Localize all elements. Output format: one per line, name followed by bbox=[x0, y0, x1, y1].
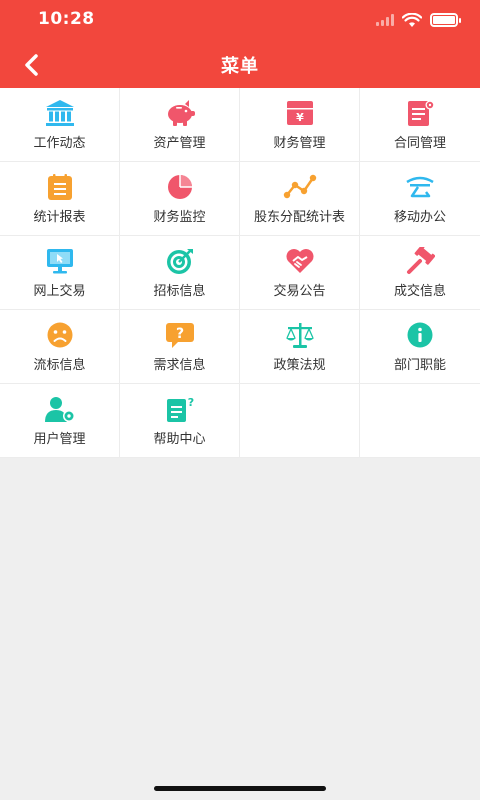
menu-item-asset-management[interactable]: 资产管理 bbox=[120, 88, 240, 162]
menu-item-label: 成交信息 bbox=[393, 284, 446, 299]
menu-item-label: 流标信息 bbox=[33, 358, 86, 373]
menu-item-label: 统计报表 bbox=[33, 210, 86, 225]
menu-item-label: 政策法规 bbox=[273, 358, 326, 373]
menu-item-label: 需求信息 bbox=[153, 358, 206, 373]
menu-item-failed-bid-info[interactable]: 流标信息 bbox=[0, 310, 120, 384]
menu-item-label: 招标信息 bbox=[153, 284, 206, 299]
empty-cell bbox=[360, 384, 480, 458]
heart-handshake-icon bbox=[286, 249, 313, 273]
bank-icon bbox=[45, 100, 74, 126]
sad-face-icon bbox=[47, 322, 72, 348]
menu-item-label: 工作动态 bbox=[33, 136, 86, 151]
menu-item-online-trade[interactable]: 网上交易 bbox=[0, 236, 120, 310]
menu-item-label: 移动办公 bbox=[393, 210, 446, 225]
info-circle-icon bbox=[407, 322, 433, 348]
nav-bar: 菜单 bbox=[0, 40, 480, 88]
contract-doc-icon bbox=[408, 100, 435, 126]
report-list-icon bbox=[47, 174, 72, 200]
menu-item-bid-info[interactable]: 招标信息 bbox=[120, 236, 240, 310]
monitor-cursor-icon bbox=[46, 249, 73, 274]
help-doc-icon: ? bbox=[166, 396, 194, 422]
cloud-text-icon bbox=[406, 176, 434, 198]
trend-line-icon bbox=[283, 174, 316, 199]
battery-icon bbox=[430, 13, 461, 27]
menu-item-demand-info[interactable]: ? 需求信息 bbox=[120, 310, 240, 384]
menu-item-label: 股东分配统计表 bbox=[253, 210, 345, 225]
svg-text:?: ? bbox=[175, 326, 183, 342]
menu-item-label: 部门职能 bbox=[393, 358, 446, 373]
status-bar: 10:28 bbox=[0, 0, 480, 40]
menu-item-shareholder-distribution[interactable]: 股东分配统计表 bbox=[240, 162, 360, 236]
svg-text:¥: ¥ bbox=[296, 111, 304, 124]
balance-scale-icon bbox=[285, 323, 314, 348]
menu-item-finance-management[interactable]: ¥ 财务管理 bbox=[240, 88, 360, 162]
user-gear-icon bbox=[44, 397, 75, 422]
status-time: 10:28 bbox=[38, 9, 95, 29]
menu-item-finance-monitor[interactable]: 财务监控 bbox=[120, 162, 240, 236]
svg-text:?: ? bbox=[187, 396, 193, 409]
app-header: 10:28 菜单 bbox=[0, 0, 480, 88]
menu-item-label: 合同管理 bbox=[393, 136, 446, 151]
wifi-icon bbox=[402, 12, 422, 27]
menu-item-deal-info[interactable]: 成交信息 bbox=[360, 236, 480, 310]
gavel-icon bbox=[407, 247, 435, 274]
menu-item-user-management[interactable]: 用户管理 bbox=[0, 384, 120, 458]
menu-item-label: 帮助中心 bbox=[153, 432, 206, 447]
menu-item-label: 用户管理 bbox=[33, 432, 86, 447]
page-title: 菜单 bbox=[221, 56, 259, 77]
menu-item-statistics-report[interactable]: 统计报表 bbox=[0, 162, 120, 236]
menu-item-label: 网上交易 bbox=[33, 284, 86, 299]
menu-grid: 工作动态 资产管理 ¥ 财务管理 合同管理 统计报表 财务监控 股东分配统计表 … bbox=[0, 88, 480, 458]
menu-item-label: 财务监控 bbox=[153, 210, 206, 225]
home-indicator bbox=[154, 786, 326, 791]
menu-item-label: 资产管理 bbox=[153, 136, 206, 151]
question-bubble-icon: ? bbox=[165, 323, 194, 348]
target-icon bbox=[166, 249, 193, 274]
pie-chart-icon bbox=[167, 175, 192, 199]
menu-item-label: 交易公告 bbox=[273, 284, 326, 299]
yen-box-icon: ¥ bbox=[286, 101, 313, 125]
cellular-signal-icon bbox=[376, 14, 394, 26]
empty-cell bbox=[240, 384, 360, 458]
menu-item-policy-regulations[interactable]: 政策法规 bbox=[240, 310, 360, 384]
menu-item-department-functions[interactable]: 部门职能 bbox=[360, 310, 480, 384]
menu-item-label: 财务管理 bbox=[273, 136, 326, 151]
menu-item-work-news[interactable]: 工作动态 bbox=[0, 88, 120, 162]
status-icons bbox=[376, 10, 461, 30]
menu-item-mobile-office[interactable]: 移动办公 bbox=[360, 162, 480, 236]
menu-item-help-center[interactable]: ? 帮助中心 bbox=[120, 384, 240, 458]
menu-item-contract-management[interactable]: 合同管理 bbox=[360, 88, 480, 162]
piggy-bank-icon bbox=[167, 100, 195, 126]
menu-item-trade-announcement[interactable]: 交易公告 bbox=[240, 236, 360, 310]
